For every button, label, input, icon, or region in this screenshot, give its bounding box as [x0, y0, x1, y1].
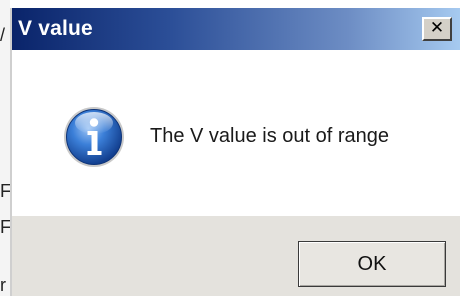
ok-button[interactable]: OK [298, 241, 446, 287]
dialog-title: V value [18, 17, 93, 40]
info-icon [64, 107, 124, 167]
background-text-fragment: r [0, 275, 6, 295]
dialog-message: The V value is out of range [150, 125, 390, 147]
dialog-content: The V value is out of range [12, 50, 460, 216]
close-icon: ✕ [429, 18, 445, 38]
message-dialog: V value ✕ The V value is out of range OK [10, 8, 460, 296]
background-text-fragment: / [0, 25, 6, 45]
dialog-titlebar[interactable]: V value ✕ [12, 8, 460, 50]
dialog-button-bar: OK [12, 216, 460, 296]
close-button[interactable]: ✕ [422, 17, 452, 41]
